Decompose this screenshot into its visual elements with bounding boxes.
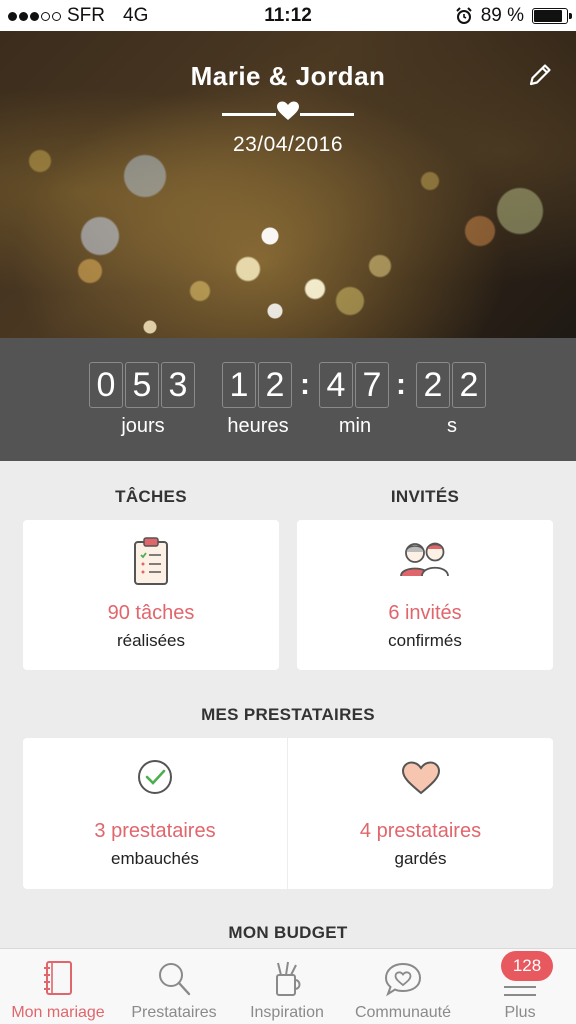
tab-communaute[interactable]: Communauté bbox=[342, 949, 464, 1024]
hired-vendors-card[interactable]: 3 prestataires embauchés bbox=[23, 738, 287, 889]
days-digit: 5 bbox=[125, 362, 159, 408]
hours-label: heures bbox=[227, 415, 289, 437]
wedding-date: 23/04/2016 bbox=[232, 133, 344, 156]
hero-banner: Marie & Jordan 23/04/2016 bbox=[0, 31, 576, 338]
guests-card[interactable]: 6 invités confirmés bbox=[297, 520, 553, 670]
people-icon bbox=[400, 542, 449, 577]
days-digit: 3 bbox=[161, 362, 195, 408]
tab-label: Prestataires bbox=[131, 1004, 217, 1021]
tasks-title: TÂCHES bbox=[115, 487, 187, 506]
tab-inspiration[interactable]: Inspiration bbox=[232, 949, 342, 1024]
guests-count: 6 invités bbox=[388, 602, 462, 624]
budget-title: MON BUDGET bbox=[228, 923, 348, 942]
hired-vendors-subtitle: embauchés bbox=[111, 849, 199, 868]
tasks-subtitle: réalisées bbox=[116, 631, 186, 650]
tab-label: Communauté bbox=[354, 1004, 452, 1021]
saved-vendors-count: 4 prestataires bbox=[359, 820, 482, 842]
vendors-title: MES PRESTATAIRES bbox=[201, 705, 375, 724]
tasks-card[interactable]: 90 tâches réalisées bbox=[23, 520, 279, 670]
guests-title: INVITÉS bbox=[390, 487, 460, 506]
seconds-digit: 2 bbox=[416, 362, 450, 408]
guests-subtitle: confirmés bbox=[388, 631, 462, 650]
hired-vendors-count: 3 prestataires bbox=[94, 820, 216, 842]
battery-percent: 89 % bbox=[480, 5, 524, 26]
countdown-days: 0 5 3 bbox=[89, 362, 197, 408]
tab-label: Mon mariage bbox=[11, 1004, 105, 1021]
pencil-cup-icon bbox=[276, 961, 301, 996]
tab-bar: Mon mariage Prestataires Inspiration Com… bbox=[0, 948, 576, 1024]
checkmark-circle-icon bbox=[138, 760, 172, 794]
couple-names: Marie & Jordan bbox=[190, 61, 386, 91]
minutes-digit: 4 bbox=[319, 362, 353, 408]
countdown-hours: 1 2 bbox=[222, 362, 294, 408]
saved-vendors-card[interactable]: 4 prestataires gardés bbox=[288, 738, 553, 889]
status-right: 89 % bbox=[455, 5, 572, 27]
status-bar: SFR 4G 11:12 89 % bbox=[0, 0, 576, 31]
heart-icon bbox=[401, 761, 440, 795]
battery-icon bbox=[532, 8, 572, 24]
tab-label: Plus bbox=[504, 1004, 536, 1021]
days-digit: 0 bbox=[89, 362, 123, 408]
search-icon bbox=[159, 963, 191, 996]
heart-divider bbox=[222, 101, 354, 121]
countdown-minutes: 4 7 bbox=[319, 362, 391, 408]
edit-pencil-icon[interactable] bbox=[526, 61, 554, 89]
tasks-count: 90 tâches bbox=[107, 602, 195, 624]
heart-icon bbox=[277, 101, 299, 120]
countdown-seconds: 2 2 bbox=[416, 362, 488, 408]
minutes-label: min bbox=[338, 415, 372, 437]
notebook-icon bbox=[44, 961, 72, 995]
countdown: 0 5 3 1 2 : 4 7 : 2 2 jours heures min s bbox=[0, 338, 576, 461]
notification-badge: 128 bbox=[501, 951, 553, 981]
days-label: jours bbox=[121, 415, 165, 437]
colon-separator: : bbox=[300, 368, 310, 401]
tab-label: Inspiration bbox=[250, 1004, 324, 1021]
hours-digit: 2 bbox=[258, 362, 292, 408]
tab-mon-mariage[interactable]: Mon mariage bbox=[0, 949, 116, 1024]
alarm-icon bbox=[455, 7, 472, 24]
colon-separator: : bbox=[396, 368, 406, 401]
saved-vendors-subtitle: gardés bbox=[394, 849, 447, 868]
tab-prestataires[interactable]: Prestataires bbox=[116, 949, 232, 1024]
minutes-digit: 7 bbox=[355, 362, 389, 408]
chat-heart-icon bbox=[384, 962, 422, 997]
hours-digit: 1 bbox=[222, 362, 256, 408]
seconds-label: s bbox=[447, 415, 457, 437]
seconds-digit: 2 bbox=[452, 362, 486, 408]
clipboard-icon bbox=[134, 537, 168, 585]
